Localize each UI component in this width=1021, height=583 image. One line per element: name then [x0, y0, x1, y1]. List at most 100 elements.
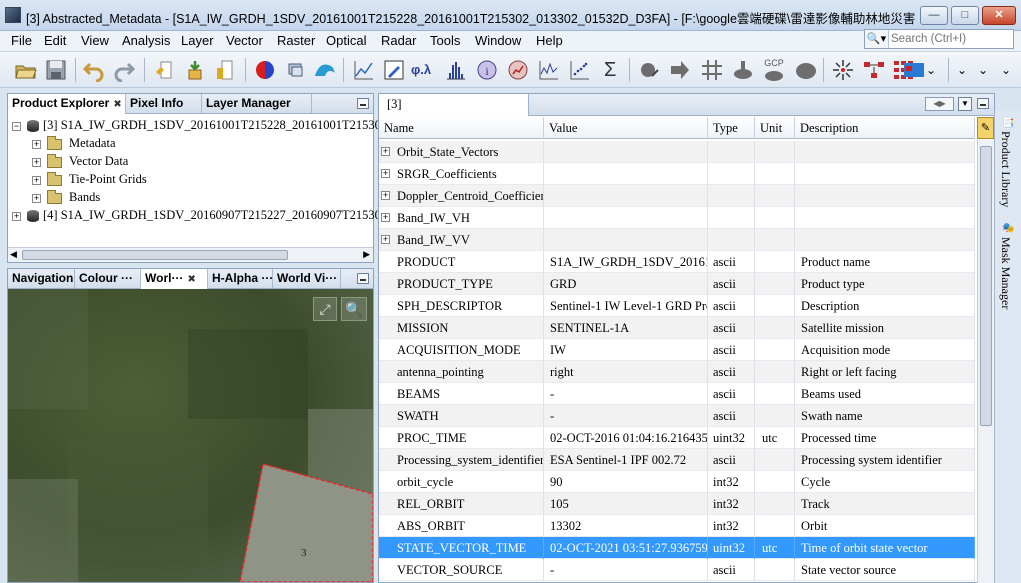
table-row[interactable]: PRODUCTS1A_IW_GRDH_1SDV_20161001T215228a… [379, 251, 975, 273]
zoom-tool-button[interactable]: 🔍 [341, 297, 367, 321]
scrollbar-thumb[interactable] [22, 250, 288, 260]
arrow-tool-icon[interactable] [668, 58, 692, 82]
close-tab-icon[interactable]: ✖ [113, 99, 121, 110]
statistics-icon[interactable] [506, 58, 530, 82]
open-product-icon[interactable] [14, 58, 38, 82]
profile-plot-icon[interactable] [352, 58, 376, 82]
geo-coding-icon[interactable]: φ.λ [411, 58, 441, 82]
collapse-icon[interactable]: − [12, 121, 21, 131]
expand-icon[interactable]: + [32, 157, 41, 167]
menu-help[interactable]: Help [535, 31, 564, 52]
geometry-icon[interactable] [794, 58, 818, 82]
menu-window[interactable]: Window [474, 31, 522, 52]
sigma-icon[interactable]: Σ [600, 58, 624, 82]
table-row[interactable]: + Band_IW_VV [379, 229, 975, 251]
pin-tool-icon[interactable] [382, 58, 406, 82]
menu-view[interactable]: View [80, 31, 110, 52]
gcp-tool-icon[interactable]: GCP [760, 58, 788, 82]
spectrum-icon[interactable] [537, 58, 561, 82]
search-input[interactable] [891, 31, 1011, 47]
table-row[interactable]: + Orbit_State_Vectors [379, 141, 975, 163]
mask-tool-icon[interactable] [638, 58, 662, 82]
tab-colour-manipulation[interactable]: Colour ··· [75, 269, 141, 289]
expand-icon[interactable]: + [32, 139, 41, 149]
tab-h-alpha[interactable]: H-Alpha ··· [208, 269, 273, 289]
toolbar-overflow-icon-3[interactable]: ⌄ [978, 58, 994, 82]
histogram-icon[interactable] [444, 58, 468, 82]
band-properties-icon[interactable] [213, 58, 237, 82]
table-row[interactable]: SWATH - ascii Swath name [379, 405, 975, 427]
search-box[interactable]: 🔍▾ [864, 29, 1014, 49]
tab-product-explorer[interactable]: Product Explorer ✖ [8, 94, 126, 114]
expand-icon[interactable]: + [32, 175, 41, 185]
tree-item-metadata[interactable]: + Metadata [32, 134, 116, 152]
information-icon[interactable]: i [475, 58, 499, 82]
tab-scroll-buttons[interactable]: ◀▶ [925, 97, 954, 111]
table-row[interactable]: PROC_TIME 02-OCT-2016 01:04:16.216435 uint… [379, 427, 975, 449]
table-row[interactable]: PRODUCT_TYPE GRD ascii Product type [379, 273, 975, 295]
table-row[interactable]: Processing_system_identifier ESA Sentinel… [379, 449, 975, 471]
save-product-icon[interactable] [44, 58, 68, 82]
expand-icon[interactable]: + [12, 211, 21, 221]
world-map-view[interactable] [8, 289, 373, 582]
maximize-button[interactable]: □ [951, 6, 979, 25]
column-chooser-icon[interactable]: ✎ [977, 117, 994, 139]
close-button[interactable]: ✕ [982, 6, 1016, 25]
scatter-plot-icon[interactable] [568, 58, 592, 82]
toolbar-overflow-icon-2[interactable]: ⌄ [957, 58, 973, 82]
undo-icon[interactable] [82, 58, 106, 83]
tab-layer-manager[interactable]: Layer Manager [202, 94, 312, 114]
menu-edit[interactable]: Edit [43, 31, 67, 52]
tab-abstracted-metadata[interactable]: [3] Abstracted_Metadata✖ [379, 94, 529, 132]
tree-item-bands[interactable]: + Bands [32, 188, 100, 206]
expand-icon[interactable]: + [32, 193, 41, 203]
menu-layer[interactable]: Layer [180, 31, 215, 52]
menu-tools[interactable]: Tools [429, 31, 461, 52]
table-row[interactable]: + SRGR_Coefficients [379, 163, 975, 185]
toolbar-overflow-icon-1[interactable]: ⌄ [926, 58, 942, 82]
table-row[interactable]: BEAMS - ascii Beams used [379, 383, 975, 405]
column-header-description[interactable]: Description [795, 117, 975, 139]
tree-item-tie-point-grids[interactable]: + Tie-Point Grids [32, 170, 147, 188]
table-row[interactable]: MISSION SENTINEL-1A ascii Satellite mission [379, 317, 975, 339]
scroll-right-icon[interactable]: ▶ [363, 249, 370, 260]
tree-item-vector-data[interactable]: + Vector Data [32, 152, 128, 170]
scrollbar-thumb[interactable] [980, 146, 992, 426]
table-row[interactable]: + Doppler_Centroid_Coefficients [379, 185, 975, 207]
tab-navigation[interactable]: Navigation [8, 269, 75, 289]
redo-icon[interactable] [112, 58, 136, 83]
tab-world-map[interactable]: Worl··· ✖ [141, 269, 208, 289]
world-map-icon[interactable] [902, 58, 926, 82]
table-row[interactable]: ABS_ORBIT 13302 int32 Orbit [379, 515, 975, 537]
tab-list-icon[interactable]: ▼ [958, 97, 972, 111]
scroll-left-icon[interactable]: ◀ [10, 249, 17, 260]
menu-analysis[interactable]: Analysis [121, 31, 171, 52]
minimize-panel-icon[interactable] [977, 98, 989, 109]
minimize-panel-icon[interactable] [357, 273, 369, 284]
side-tab-product-library[interactable]: Product Library [998, 131, 1013, 207]
table-row[interactable]: + Band_IW_VH [379, 207, 975, 229]
horizontal-scrollbar[interactable]: ◀ ▶ [8, 247, 373, 262]
table-row[interactable]: VECTOR_SOURCE - ascii State vector source [379, 559, 975, 581]
menu-radar[interactable]: Radar [380, 31, 417, 52]
flag-icon[interactable] [731, 58, 755, 82]
toolbar-overflow-icon-4[interactable]: ⌄ [1001, 58, 1017, 82]
wave-icon[interactable] [313, 58, 337, 82]
column-header-value[interactable]: Value [544, 117, 708, 139]
table-row[interactable]: STATE_VECTOR_TIME 02-OCT-2021 03:51:27.93… [379, 537, 975, 559]
color-manipulation-icon[interactable] [253, 58, 277, 82]
product-properties-icon[interactable] [152, 58, 176, 82]
table-row[interactable]: orbit_cycle 90 int32 Cycle [379, 471, 975, 493]
menu-optical[interactable]: Optical [325, 31, 367, 52]
close-tab-icon[interactable]: ✖ [187, 274, 195, 285]
menu-raster[interactable]: Raster [276, 31, 316, 52]
magic-wand-icon[interactable] [831, 58, 855, 82]
vertical-scrollbar[interactable] [977, 140, 994, 583]
search-icon[interactable]: 🔍▾ [865, 30, 889, 48]
column-header-name[interactable]: Name [379, 117, 544, 139]
tree-product-4[interactable]: + [4] S1A_IW_GRDH_1SDV_20160907T215227_20… [12, 206, 431, 224]
graph-builder-icon[interactable] [862, 58, 886, 82]
minimize-button[interactable]: — [920, 6, 948, 25]
menu-file[interactable]: File [10, 31, 33, 52]
grid-icon[interactable] [700, 58, 724, 82]
